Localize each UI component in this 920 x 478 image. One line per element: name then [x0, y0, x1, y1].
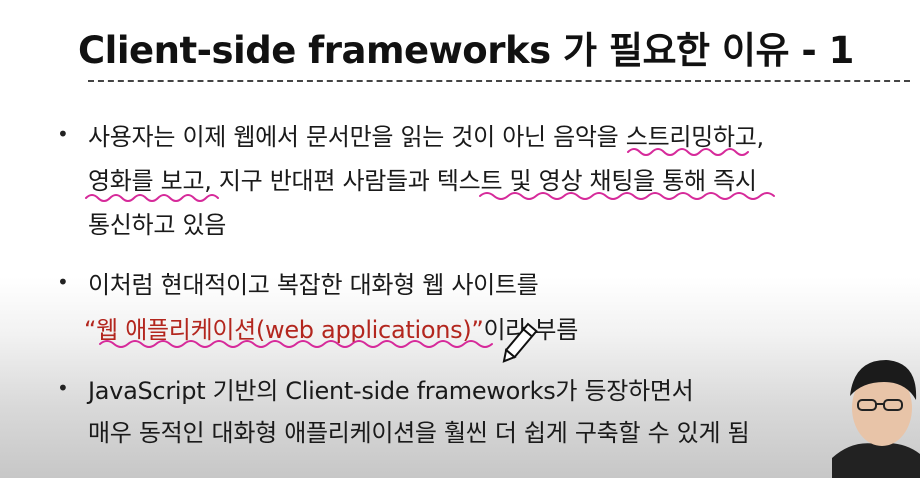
bullet-marker: •: [57, 270, 69, 294]
title-divider: [88, 80, 910, 82]
bullet-marker: •: [57, 376, 69, 400]
bullet-3-line-1: JavaScript 기반의 Client-side frameworks가 등…: [88, 377, 694, 405]
bullet-2-suffix: 이라 부름: [483, 316, 579, 344]
slide-title: Client-side frameworks 가 필요한 이유 - 1: [78, 29, 854, 72]
bullet-2-line-1: 이처럼 현대적이고 복잡한 대화형 웹 사이트를: [88, 271, 539, 299]
bullet-1-line-1: 사용자는 이제 웹에서 문서만을 읽는 것이 아닌 음악을 스트리밍하고,: [88, 123, 764, 151]
bullet-marker: •: [57, 122, 69, 146]
slide: Client-side frameworks 가 필요한 이유 - 1 • 사용…: [0, 0, 920, 478]
bullet-1-line-2: 영화를 보고, 지구 반대편 사람들과 텍스트 및 영상 채팅을 통해 즉시: [88, 167, 757, 195]
bullet-2-line-2: “웹 애플리케이션(web applications)”이라 부름: [84, 310, 578, 345]
presenter-video-icon: [832, 360, 920, 478]
bullet-1-line-3: 통신하고 있음: [88, 211, 227, 239]
web-applications-highlight: “웹 애플리케이션(web applications)”: [84, 316, 484, 344]
bullet-3-line-2: 매우 동적인 대화형 애플리케이션을 훨씬 더 쉽게 구축할 수 있게 됨: [88, 419, 750, 447]
